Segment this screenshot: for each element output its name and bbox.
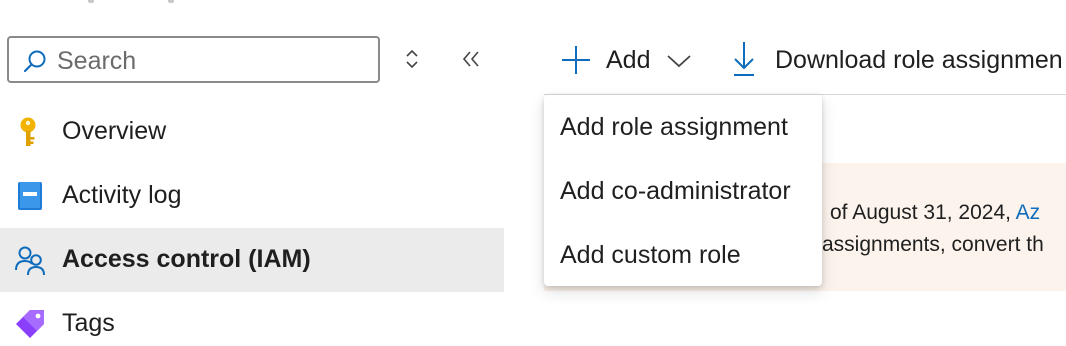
sort-updown-icon bbox=[405, 48, 419, 75]
sidebar-item-overview[interactable]: Overview bbox=[0, 100, 504, 164]
banner-link[interactable]: Az bbox=[1016, 201, 1041, 224]
download-role-assignments-button[interactable]: Download role assignmen bbox=[730, 38, 1063, 82]
chevron-down-icon bbox=[666, 50, 692, 70]
sidebar-item-tags[interactable]: Tags bbox=[0, 292, 504, 346]
menu-item-add-role-assignment[interactable]: Add role assignment bbox=[544, 96, 822, 160]
add-dropdown-menu: Add role assignment Add co-administrator… bbox=[544, 95, 822, 286]
sort-button[interactable] bbox=[398, 44, 426, 78]
menu-item-add-custom-role[interactable]: Add custom role bbox=[544, 224, 822, 288]
banner-line-1: of August 31, 2024, Az bbox=[830, 201, 1040, 225]
search-placeholder: Search bbox=[57, 47, 137, 75]
menu-item-label: Add co-administrator bbox=[560, 177, 791, 205]
add-label: Add bbox=[606, 45, 651, 74]
menu-item-label: Add custom role bbox=[560, 241, 741, 269]
activity-log-icon bbox=[14, 180, 46, 212]
sidebar-item-access-control[interactable]: Access control (IAM) bbox=[0, 228, 504, 292]
download-label: Download role assignmen bbox=[775, 45, 1063, 74]
add-button[interactable]: Add bbox=[556, 38, 692, 82]
menu-item-label: Add role assignment bbox=[560, 113, 788, 141]
key-icon bbox=[14, 116, 46, 148]
people-icon bbox=[14, 244, 46, 276]
sidebar-item-label: Overview bbox=[62, 117, 167, 145]
search-input[interactable]: Search bbox=[7, 36, 380, 83]
search-icon bbox=[23, 49, 47, 73]
sidebar-item-label: Access control (IAM) bbox=[62, 245, 311, 273]
plus-icon bbox=[556, 38, 596, 82]
sidebar-item-label: Tags bbox=[62, 309, 115, 337]
download-icon bbox=[730, 38, 760, 82]
top-edge bbox=[0, 0, 1066, 4]
banner-line-2: assignments, convert th bbox=[822, 233, 1044, 256]
menu-item-add-co-administrator[interactable]: Add co-administrator bbox=[544, 160, 822, 224]
sidebar-item-activity-log[interactable]: Activity log bbox=[0, 164, 504, 228]
tag-icon bbox=[14, 308, 46, 340]
banner-text: of August 31, 2024, bbox=[830, 201, 1011, 224]
sidebar-item-label: Activity log bbox=[62, 181, 182, 209]
double-chevron-left-icon bbox=[461, 49, 481, 74]
collapse-sidebar-button[interactable] bbox=[456, 44, 486, 78]
sidebar-nav: Overview Activity log Access control (IA… bbox=[0, 100, 504, 346]
